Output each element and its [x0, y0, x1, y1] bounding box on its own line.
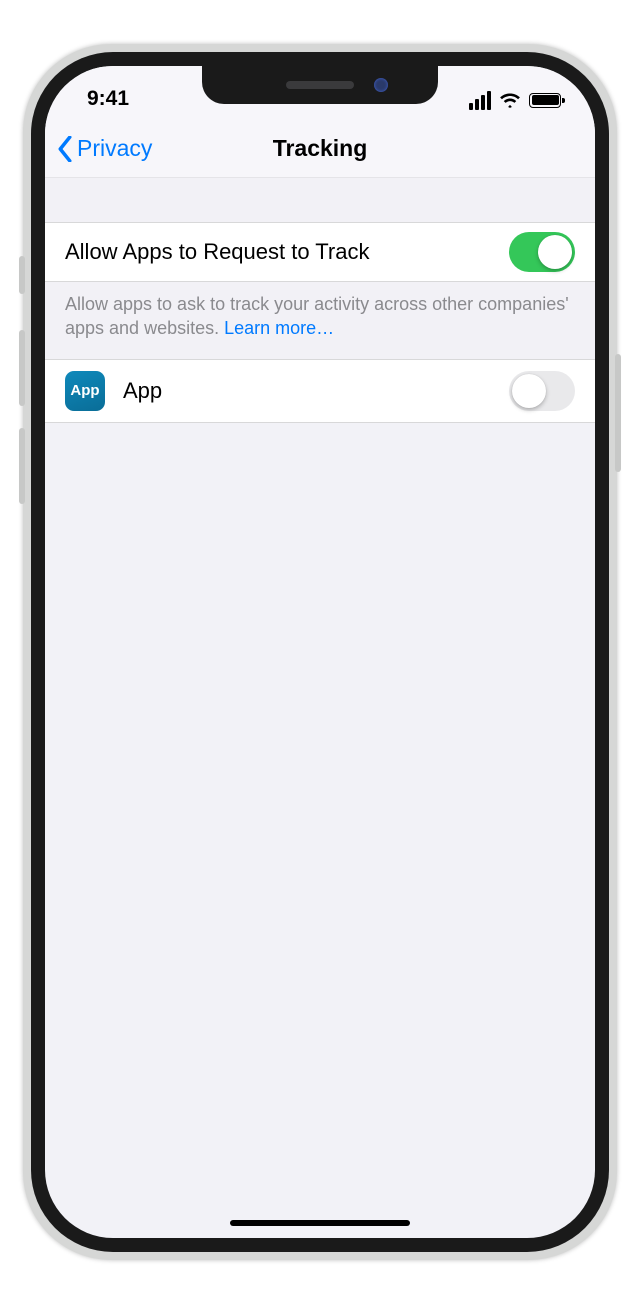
battery-icon — [529, 93, 561, 108]
settings-content: Allow Apps to Request to Track Allow app… — [45, 178, 595, 423]
front-camera — [374, 78, 388, 92]
allow-apps-to-request-row: Allow Apps to Request to Track — [45, 222, 595, 282]
toggle-knob — [512, 374, 546, 408]
chevron-left-icon — [57, 136, 73, 162]
back-button[interactable]: Privacy — [57, 135, 152, 162]
home-indicator[interactable] — [230, 1220, 410, 1226]
status-indicators — [469, 91, 561, 110]
cellular-signal-icon — [469, 91, 491, 110]
speaker-grille — [286, 81, 354, 89]
navigation-bar: Privacy Tracking — [45, 120, 595, 178]
status-time: 9:41 — [87, 87, 129, 111]
allow-apps-toggle[interactable] — [509, 232, 575, 272]
volume-up-button — [19, 330, 25, 406]
allow-apps-label: Allow Apps to Request to Track — [65, 239, 509, 265]
app-tracking-row: App App — [45, 359, 595, 423]
phone-frame: 9:41 — [23, 44, 617, 1260]
section-footer: Allow apps to ask to track your activity… — [45, 282, 595, 359]
wifi-icon — [499, 91, 521, 109]
volume-down-button — [19, 428, 25, 504]
app-icon: App — [65, 371, 105, 411]
power-button — [615, 354, 621, 472]
back-label: Privacy — [77, 135, 152, 162]
toggle-knob — [538, 235, 572, 269]
app-name-label: App — [123, 378, 509, 404]
learn-more-link[interactable]: Learn more… — [224, 318, 334, 338]
notch — [202, 66, 438, 104]
screen: 9:41 — [45, 66, 595, 1238]
app-tracking-toggle[interactable] — [509, 371, 575, 411]
mute-switch — [19, 256, 25, 294]
